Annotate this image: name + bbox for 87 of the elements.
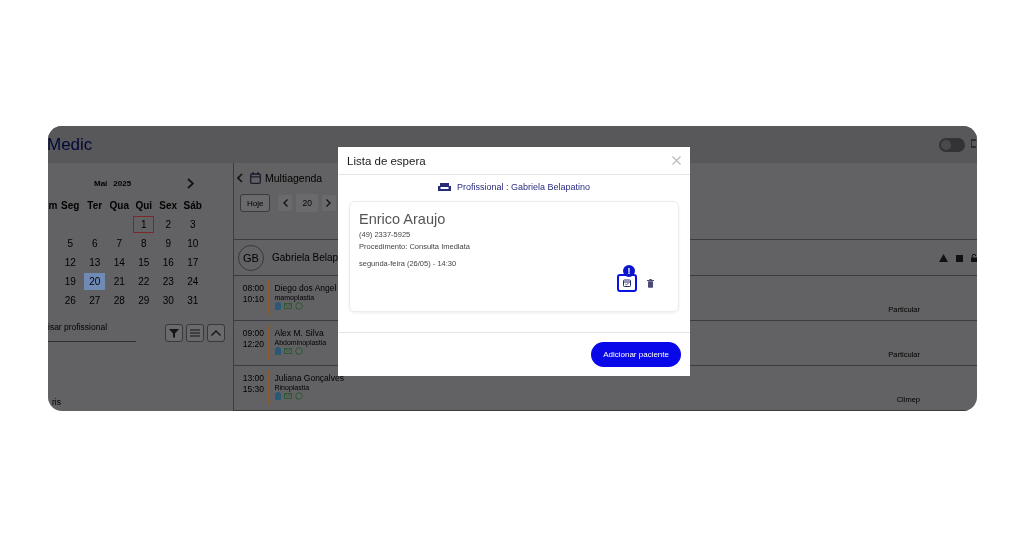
calendar-day[interactable]: 8	[133, 235, 155, 252]
page-title: Multiagenda	[265, 171, 323, 184]
weekday-label: Qui	[135, 200, 153, 211]
patient-name[interactable]: Diego dos Angel	[274, 283, 337, 293]
start-time: 13:00	[242, 373, 264, 384]
calendar-icon[interactable]	[956, 253, 963, 262]
chevron-right-icon	[326, 199, 332, 208]
patient-name: Enrico Araujo	[359, 211, 447, 227]
date-field[interactable]: 20	[296, 194, 318, 213]
calendar-day[interactable]: 10	[182, 235, 204, 252]
whatsapp-icon[interactable]	[294, 347, 303, 355]
end-time: 10:10	[242, 294, 264, 305]
previous-day-button[interactable]	[278, 195, 293, 212]
calendar-day[interactable]: 15	[133, 254, 155, 271]
year-label: 2025	[113, 178, 132, 188]
calendar-icon	[623, 279, 631, 287]
warning-icon[interactable]	[939, 253, 948, 262]
calendar-day[interactable]: 19	[59, 273, 81, 290]
calendar-day[interactable]: 29	[133, 292, 155, 309]
calendar-day[interactable]: 13	[84, 254, 106, 271]
add-patient-button[interactable]: Adicionar paciente	[591, 342, 681, 367]
calendar-day[interactable]: 7	[108, 235, 130, 252]
calendar-day[interactable]: 22	[133, 273, 155, 290]
lock-icon[interactable]	[971, 253, 977, 262]
end-time: 15:30	[242, 384, 264, 395]
calendar-day[interactable]: 26	[59, 292, 81, 309]
alert-badge: !	[623, 265, 635, 277]
trash-icon[interactable]	[647, 278, 654, 288]
close-icon[interactable]	[672, 156, 681, 165]
professional-label: Profissional : Gabriela Belapatino	[456, 182, 591, 192]
clipboard-icon[interactable]	[274, 392, 281, 400]
weekday-label: Sex	[159, 200, 178, 211]
calendar-day[interactable]: 17	[182, 254, 204, 271]
mail-icon[interactable]	[283, 393, 292, 399]
back-icon[interactable]	[237, 172, 243, 183]
calendar-day[interactable]: 31	[182, 292, 204, 309]
calendar-day[interactable]: 3	[182, 216, 204, 233]
calendar-day[interactable]: 6	[84, 235, 106, 252]
clipboard-icon[interactable]	[274, 347, 281, 355]
calendar-day[interactable]: 12	[59, 254, 81, 271]
weekday-label: Ter	[87, 200, 103, 211]
chevron-left-icon	[282, 199, 288, 208]
mail-icon[interactable]	[283, 348, 292, 354]
start-time: 08:00	[242, 283, 264, 294]
weekday-label: Sáb	[183, 200, 202, 211]
calendar-day[interactable]: 24	[182, 273, 204, 290]
start-time: 09:00	[242, 328, 264, 339]
calendar-day[interactable]: 16	[157, 254, 179, 271]
mail-icon[interactable]	[283, 303, 292, 309]
weekday-label: m	[48, 200, 58, 211]
calendar-day[interactable]: 21	[108, 273, 130, 290]
toggle-switch[interactable]	[939, 137, 965, 152]
calendar-day[interactable]: 14	[108, 254, 130, 271]
calendar-day[interactable]: 20	[84, 273, 106, 290]
weekday-label: Seg	[61, 200, 80, 211]
professional-name: Gabriela Belap	[272, 252, 339, 263]
search-field[interactable]: isar profissional	[48, 320, 136, 342]
filter-icon	[169, 328, 179, 338]
sofa-icon	[437, 182, 451, 192]
today-button[interactable]: Hoje	[240, 194, 271, 213]
chevron-up-icon	[211, 330, 221, 336]
calendar-day[interactable]: 27	[84, 292, 106, 309]
whatsapp-icon[interactable]	[294, 392, 303, 400]
patient-name[interactable]: Alex M. Silva	[274, 328, 327, 338]
modal-title: Lista de espera	[347, 154, 426, 167]
calendar-icon	[250, 171, 261, 184]
calendar-day[interactable]: 9	[157, 235, 179, 252]
calendar-day[interactable]: 2	[157, 216, 179, 233]
app-logo: Medic	[48, 134, 93, 155]
next-day-button[interactable]	[321, 195, 336, 212]
end-time: 12:20	[242, 339, 264, 350]
calendar-day[interactable]: 1	[133, 216, 155, 233]
list-button[interactable]	[186, 324, 204, 342]
month-label: Mai	[94, 178, 108, 188]
sidebar-text: ris	[52, 397, 61, 407]
weekday-label: Qua	[109, 200, 129, 211]
collapse-button[interactable]	[207, 324, 225, 342]
patient-name[interactable]: Juliana Gonçalves	[274, 373, 344, 383]
clipboard-icon[interactable]	[274, 302, 281, 310]
calendar-day[interactable]: 5	[59, 235, 81, 252]
next-month-icon[interactable]	[187, 177, 195, 189]
list-icon	[190, 329, 200, 337]
filter-button[interactable]	[165, 324, 183, 342]
calendar-day[interactable]: 23	[157, 273, 179, 290]
whatsapp-icon[interactable]	[294, 302, 303, 310]
calendar-day[interactable]: 28	[108, 292, 130, 309]
calendar-day[interactable]: 30	[157, 292, 179, 309]
